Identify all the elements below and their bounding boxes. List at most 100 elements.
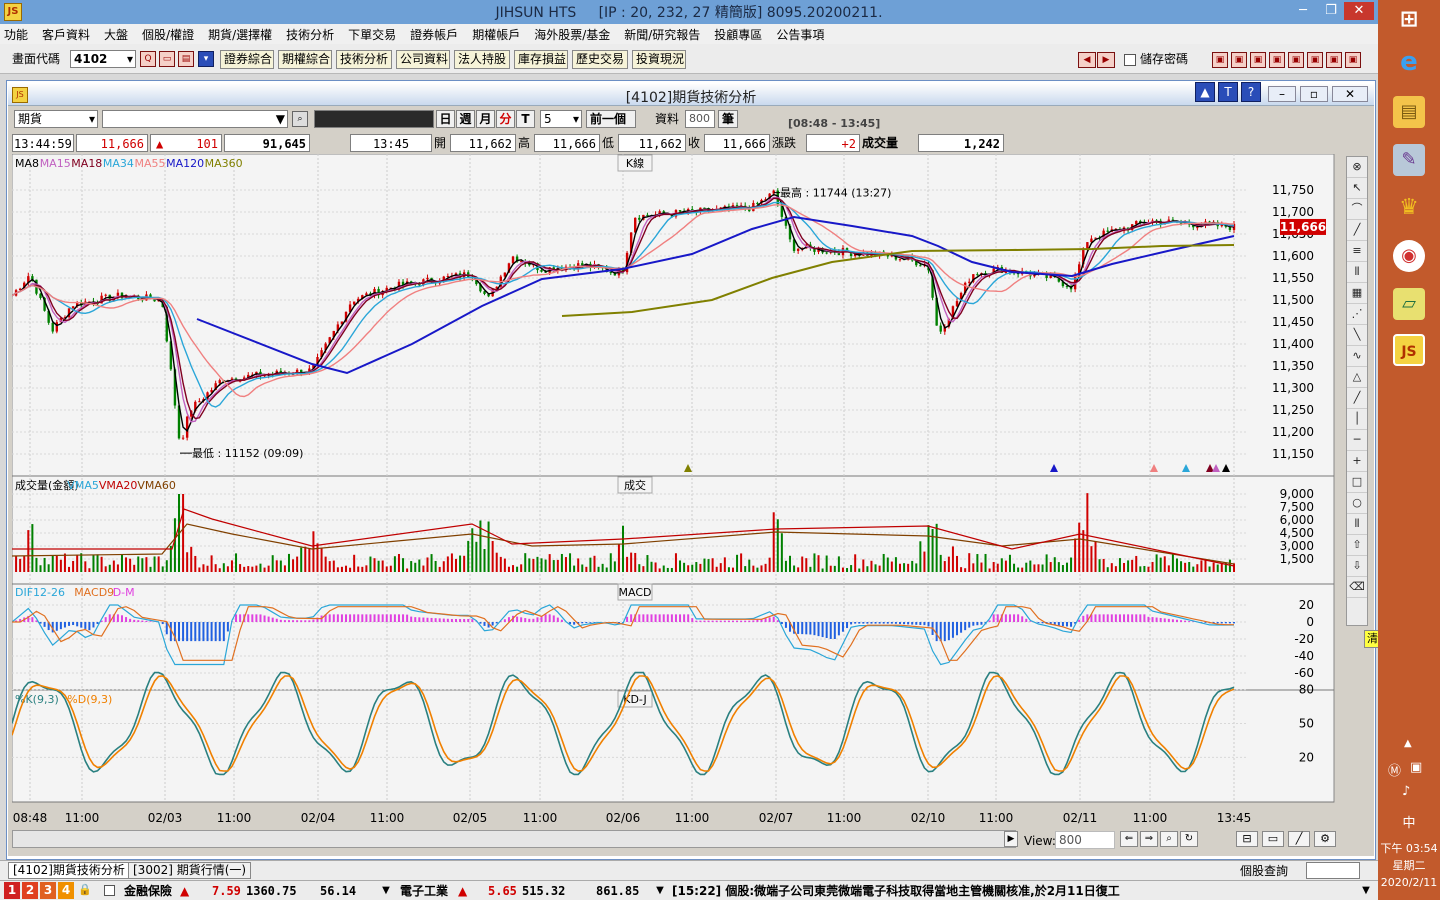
draw-tool-icon[interactable]: ⋰ xyxy=(1347,304,1367,325)
menu-item[interactable]: 大盤 xyxy=(104,26,128,43)
draw-tool-icon[interactable]: ⌫ xyxy=(1347,577,1367,598)
menu-item[interactable]: 期權帳戶 xyxy=(472,26,520,43)
chrome-icon[interactable]: ◉ xyxy=(1393,240,1425,272)
draw-tool-icon[interactable]: ⇧ xyxy=(1347,535,1367,556)
menu-item[interactable]: 個股/權證 xyxy=(142,26,194,43)
tray-app-icon[interactable]: Ⓜ xyxy=(1388,760,1401,779)
toolbar-tool-icon[interactable]: ▣ xyxy=(1288,52,1304,68)
news-ticker[interactable]: [15:22] 個股:微端子公司東莞微端電子科技取得當地主管機關核准,於2月11… xyxy=(672,882,1358,900)
volume-icon[interactable]: ♪ xyxy=(1402,784,1410,799)
text-icon[interactable]: T xyxy=(1218,82,1238,102)
ticker-checkbox[interactable] xyxy=(104,885,115,896)
tab-technical-analysis[interactable]: [4102]期貨技術分析 xyxy=(8,862,130,879)
restore-button[interactable]: ▫ xyxy=(1300,86,1328,102)
page-3-button[interactable]: 3 xyxy=(40,882,56,899)
menu-item[interactable]: 公告事項 xyxy=(776,26,824,43)
draw-tool-icon[interactable]: ⌒ xyxy=(1347,199,1367,220)
dropdown-icon[interactable]: ▾ xyxy=(198,51,214,67)
view-input[interactable]: 800 xyxy=(1055,831,1115,849)
minimize-button[interactable]: ─ xyxy=(1290,2,1316,20)
internet-explorer-icon[interactable]: e xyxy=(1393,46,1425,78)
arrow-left-icon[interactable]: ◀ xyxy=(1078,52,1096,68)
view-tool-icon[interactable]: ⚙ xyxy=(1314,831,1336,847)
period-button[interactable]: 月 xyxy=(476,110,495,128)
draw-tool-icon[interactable]: ⦀ xyxy=(1347,514,1367,535)
draw-tool-icon[interactable]: □ xyxy=(1347,472,1367,493)
menu-item[interactable]: 新聞/研究報告 xyxy=(624,26,700,43)
draw-tool-icon[interactable]: ⦀ xyxy=(1347,262,1367,283)
toolbar-tool-icon[interactable]: ▣ xyxy=(1250,52,1266,68)
page-4-button[interactable]: 4 xyxy=(58,882,74,899)
interval-select[interactable]: 5 ▾ xyxy=(540,110,582,128)
draw-tool-icon[interactable]: ╱ xyxy=(1347,388,1367,409)
toolbar-tool-icon[interactable]: ▣ xyxy=(1307,52,1323,68)
chevron-down-icon[interactable]: ▼ xyxy=(1358,883,1374,899)
prev-button[interactable]: 前一個 xyxy=(586,110,636,128)
period-button[interactable]: 週 xyxy=(456,110,475,128)
menu-item[interactable]: 證券帳戶 xyxy=(410,26,458,43)
window-icon[interactable]: ▭ xyxy=(159,51,175,67)
tab-futures-quote[interactable]: [3002] 期貨行情(一) xyxy=(128,862,252,879)
symbol-select[interactable]: ▼ xyxy=(102,110,288,128)
page-1-button[interactable]: 1 xyxy=(4,882,20,899)
jihsun-app-icon[interactable]: JS xyxy=(1393,334,1425,366)
paint-icon[interactable]: ✎ xyxy=(1393,144,1425,176)
close-button[interactable]: ✕ xyxy=(1344,2,1374,20)
network-icon[interactable]: ▣ xyxy=(1410,760,1422,775)
draw-tool-icon[interactable]: ╱ xyxy=(1347,220,1367,241)
menu-item[interactable]: 功能 xyxy=(4,26,28,43)
menu-item[interactable]: 海外股票/基金 xyxy=(534,26,610,43)
draw-tool-icon[interactable]: ∿ xyxy=(1347,346,1367,367)
stock-query-input[interactable] xyxy=(1306,862,1360,879)
search-icon[interactable]: ⌕ xyxy=(292,111,308,127)
horizontal-scrollbar[interactable] xyxy=(12,830,1016,848)
maximize-button[interactable]: ❐ xyxy=(1318,2,1344,20)
toolbar-button[interactable]: 期權綜合 xyxy=(278,50,332,69)
menu-item[interactable]: 下單交易 xyxy=(348,26,396,43)
view-tool-icon[interactable]: ⇐ xyxy=(1120,831,1138,847)
period-button[interactable]: T xyxy=(516,110,535,128)
windows-start-icon[interactable]: ⊞ xyxy=(1393,4,1425,36)
toolbar-button[interactable]: 證券綜合 xyxy=(220,50,274,69)
toolbar-button[interactable]: 技術分析 xyxy=(336,50,392,69)
sticky-notes-icon[interactable]: ▱ xyxy=(1393,288,1425,320)
print-icon[interactable]: ▤ xyxy=(178,51,194,67)
code-input[interactable]: 4102 ▾ xyxy=(70,50,136,68)
draw-tool-icon[interactable]: △ xyxy=(1347,367,1367,388)
clock[interactable]: 下午 03:54 星期二 2020/2/11 xyxy=(1378,840,1440,891)
menu-item[interactable]: 投顧專區 xyxy=(714,26,762,43)
close-button[interactable]: ✕ xyxy=(1332,86,1368,102)
draw-tool-icon[interactable]: │ xyxy=(1347,409,1367,430)
draw-tool-icon[interactable]: ▦ xyxy=(1347,283,1367,304)
toolbar-button[interactable]: 公司資料 xyxy=(396,50,450,69)
tray-chevron-icon[interactable]: ▲ xyxy=(1404,738,1412,749)
draw-tool-icon[interactable]: ⇩ xyxy=(1347,556,1367,577)
view-tool-icon[interactable]: ▭ xyxy=(1262,831,1284,847)
up-arrow-icon[interactable]: ▲ xyxy=(1195,82,1215,102)
view-tool-icon[interactable]: ╱ xyxy=(1288,831,1310,847)
toolbar-tool-icon[interactable]: ▣ xyxy=(1212,52,1228,68)
scroll-right-icon[interactable]: ▶ xyxy=(1004,831,1018,847)
search-icon[interactable]: Q xyxy=(140,51,156,67)
draw-tool-icon[interactable]: ─ xyxy=(1347,430,1367,451)
draw-tool-icon[interactable]: ╲ xyxy=(1347,325,1367,346)
view-tool-icon[interactable]: ⊟ xyxy=(1236,831,1258,847)
data-count-input[interactable]: 800 xyxy=(685,110,715,128)
draw-tool-icon[interactable]: ⊗ xyxy=(1347,157,1367,178)
crown-icon[interactable]: ♛ xyxy=(1393,192,1425,224)
period-button[interactable]: 分 xyxy=(496,110,515,128)
toolbar-tool-icon[interactable]: ▣ xyxy=(1345,52,1361,68)
file-explorer-icon[interactable]: ▤ xyxy=(1393,96,1425,128)
draw-tool-icon[interactable]: ○ xyxy=(1347,493,1367,514)
draw-tool-icon[interactable]: + xyxy=(1347,451,1367,472)
market-select[interactable]: 期貨 ▾ xyxy=(14,110,98,128)
view-tool-icon[interactable]: ↻ xyxy=(1180,831,1198,847)
menu-item[interactable]: 客戶資料 xyxy=(42,26,90,43)
page-2-button[interactable]: 2 xyxy=(22,882,38,899)
toolbar-button[interactable]: 歷史交易 xyxy=(572,50,628,69)
period-button[interactable]: 日 xyxy=(436,110,455,128)
ime-indicator[interactable]: 中 xyxy=(1378,812,1440,831)
chevron-down-icon[interactable]: ▼ xyxy=(378,883,394,899)
chevron-down-icon[interactable]: ▼ xyxy=(652,883,668,899)
toolbar-tool-icon[interactable]: ▣ xyxy=(1269,52,1285,68)
